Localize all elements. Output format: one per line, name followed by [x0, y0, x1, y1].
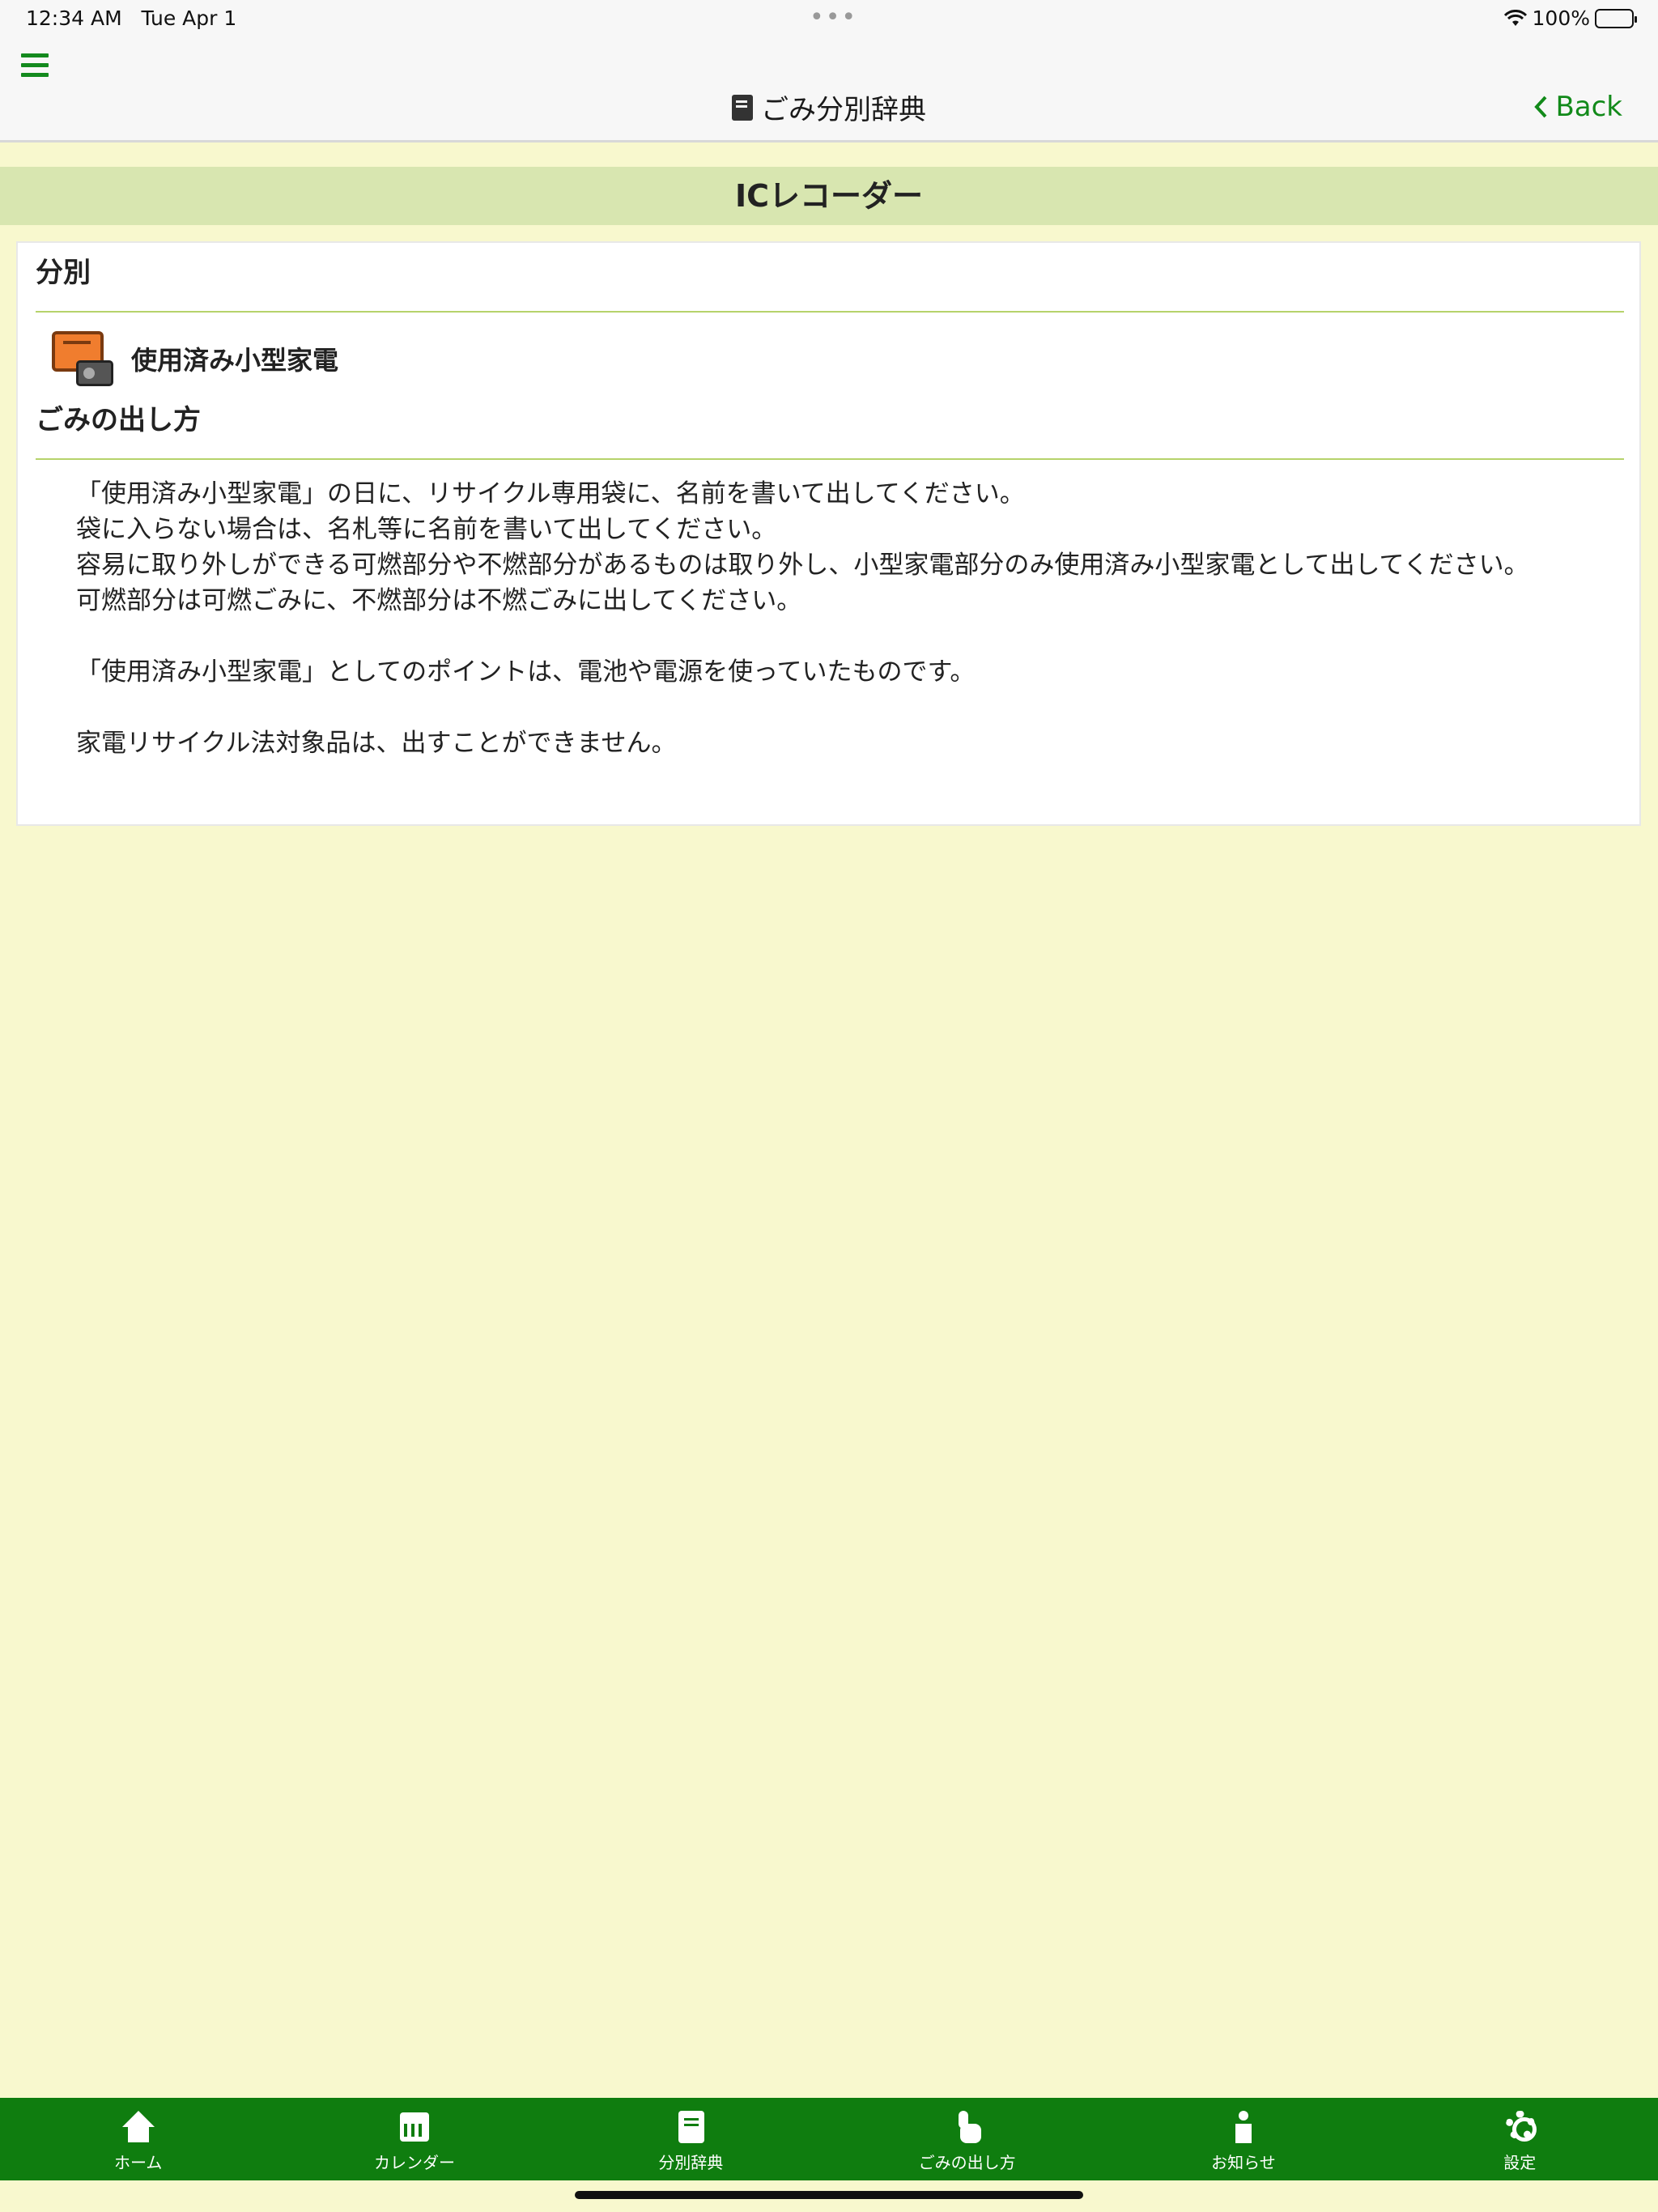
disposal-heading: ごみの出し方 — [36, 393, 1624, 460]
gear-icon — [1501, 2109, 1538, 2145]
tab-label: 設定 — [1503, 2153, 1537, 2172]
nav-title: ごみ分別辞典 — [0, 87, 1658, 128]
book-icon — [672, 2109, 709, 2145]
item-title: ICレコーダー — [0, 167, 1658, 225]
instruction-line: 「使用済み小型家電」の日に、リサイクル専用袋に、名前を書いて出してください。 — [76, 479, 1025, 508]
status-time: 12:34 AM Tue Apr 1 — [26, 6, 236, 30]
tab-settings[interactable]: 設定 — [1382, 2098, 1658, 2180]
home-indicator[interactable] — [575, 2191, 1083, 2199]
chevron-left-icon — [1534, 96, 1547, 118]
book-icon — [732, 94, 753, 121]
instruction-line: 家電リサイクル法対象品は、出すことができません。 — [76, 729, 677, 758]
tab-label: ごみの出し方 — [918, 2153, 1016, 2172]
menu-button[interactable] — [21, 53, 49, 78]
calendar-icon — [396, 2109, 433, 2145]
category-label: 使用済み小型家電 — [131, 345, 339, 376]
tab-disposal-guide[interactable]: ごみの出し方 — [829, 2098, 1105, 2180]
tab-bar: ホーム カレンダー 分別辞典 ごみの出し方 お知らせ 設定 — [0, 2098, 1658, 2180]
status-time-text: 12:34 AM — [26, 6, 122, 30]
info-icon — [1225, 2109, 1262, 2145]
disposal-instructions: 「使用済み小型家電」の日に、リサイクル専用袋に、名前を書いて出してください。 袋… — [50, 476, 1588, 761]
tab-label: ホーム — [113, 2153, 163, 2172]
back-button[interactable]: Back — [1533, 91, 1622, 123]
tab-home[interactable]: ホーム — [0, 2098, 276, 2180]
tab-dictionary[interactable]: 分別辞典 — [553, 2098, 829, 2180]
tab-label: お知らせ — [1211, 2153, 1276, 2172]
tab-news[interactable]: お知らせ — [1105, 2098, 1381, 2180]
tab-label: 分別辞典 — [658, 2153, 724, 2172]
small-appliance-icon — [52, 330, 113, 388]
back-label: Back — [1555, 91, 1622, 123]
status-date-text: Tue Apr 1 — [141, 6, 237, 30]
instruction-line: 袋に入らない場合は、名札等に名前を書いて出してください。 — [76, 515, 777, 544]
battery-icon — [1595, 8, 1637, 28]
status-right: 100% — [1503, 6, 1637, 30]
hand-pointer-icon — [949, 2109, 986, 2145]
item-detail-card: 分別 使用済み小型家電 ごみの出し方 「使用済み小型家電」の日に、リサイクル専用… — [16, 241, 1641, 826]
battery-percent: 100% — [1532, 6, 1590, 30]
classification-heading: 分別 — [36, 246, 1624, 313]
status-bar: 12:34 AM Tue Apr 1 ••• 100% — [0, 0, 1658, 39]
instruction-line: 可燃部分は可燃ごみに、不燃部分は不燃ごみに出してください。 — [76, 586, 802, 615]
home-icon — [120, 2109, 157, 2145]
instruction-line: 容易に取り外しができる可燃部分や不燃部分があるものは取り外し、小型家電部分のみ使… — [76, 551, 1529, 580]
instruction-line: 「使用済み小型家電」としてのポイントは、電池や電源を使っていたものです。 — [76, 657, 976, 687]
wifi-icon — [1503, 9, 1527, 26]
tab-label: カレンダー — [373, 2153, 455, 2172]
category-row: 使用済み小型家電 — [52, 329, 338, 389]
tab-calendar[interactable]: カレンダー — [276, 2098, 552, 2180]
nav-title-text: ごみ分別辞典 — [761, 94, 926, 126]
multitasking-dots[interactable]: ••• — [810, 3, 857, 32]
